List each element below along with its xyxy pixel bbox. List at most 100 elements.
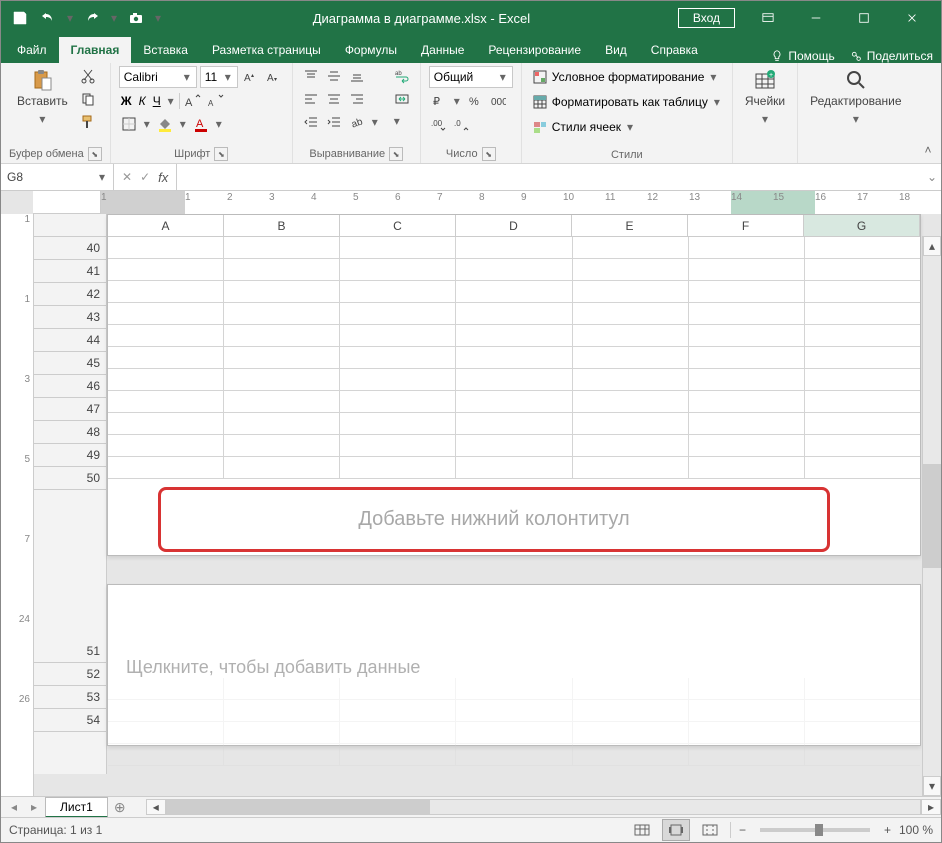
column-header[interactable]: ABCDEFG bbox=[108, 215, 920, 237]
col-A[interactable]: A bbox=[108, 215, 224, 237]
cell-G48[interactable] bbox=[805, 413, 920, 435]
cell-B46[interactable] bbox=[224, 369, 340, 391]
cell-F47[interactable] bbox=[689, 391, 805, 413]
cell-G42[interactable] bbox=[805, 281, 920, 303]
cell-D47[interactable] bbox=[456, 391, 572, 413]
redo-dropdown[interactable]: ▾ bbox=[109, 9, 119, 27]
cell-C50[interactable] bbox=[340, 457, 456, 479]
cell-B44[interactable] bbox=[224, 325, 340, 347]
cell-E41[interactable] bbox=[573, 259, 689, 281]
cell-C45[interactable] bbox=[340, 347, 456, 369]
cell-D46[interactable] bbox=[456, 369, 572, 391]
cell-E46[interactable] bbox=[573, 369, 689, 391]
align-top-icon[interactable] bbox=[301, 66, 321, 86]
orientation-icon[interactable]: ab bbox=[347, 112, 367, 132]
increase-font-icon[interactable]: A▴ bbox=[241, 67, 261, 87]
expand-formula-bar[interactable]: ⌄ bbox=[923, 170, 941, 184]
tell-me[interactable]: Помощь bbox=[770, 49, 834, 63]
cell-C41[interactable] bbox=[340, 259, 456, 281]
cell-C49[interactable] bbox=[340, 435, 456, 457]
clipboard-launcher[interactable]: ⬊ bbox=[88, 147, 102, 161]
view-page-break-icon[interactable] bbox=[696, 819, 724, 841]
maximize-button[interactable] bbox=[841, 1, 887, 35]
minimize-button[interactable] bbox=[793, 1, 839, 35]
font-grow-small-icon[interactable]: A bbox=[183, 91, 203, 111]
conditional-formatting-button[interactable]: Условное форматирование▾ bbox=[530, 66, 721, 88]
format-as-table-button[interactable]: Форматировать как таблицу▾ bbox=[530, 91, 724, 113]
underline-button[interactable]: Ч bbox=[151, 92, 163, 110]
cell-F41[interactable] bbox=[689, 259, 805, 281]
ruler-vertical[interactable]: 113572426 bbox=[1, 214, 34, 796]
cell-B40[interactable] bbox=[224, 237, 340, 259]
tab-nav-next[interactable]: ▸ bbox=[25, 798, 43, 816]
cell-B50[interactable] bbox=[224, 457, 340, 479]
comma-style-icon[interactable]: 000 bbox=[488, 91, 508, 111]
font-color-icon[interactable]: A bbox=[191, 114, 211, 134]
percent-icon[interactable]: % bbox=[465, 91, 485, 111]
cell-D50[interactable] bbox=[456, 457, 572, 479]
cell-C43[interactable] bbox=[340, 303, 456, 325]
align-bottom-icon[interactable] bbox=[347, 66, 367, 86]
borders-icon[interactable] bbox=[119, 114, 139, 134]
col-B[interactable]: B bbox=[224, 215, 340, 237]
alignment-launcher[interactable]: ⬊ bbox=[389, 147, 403, 161]
align-right-icon[interactable] bbox=[347, 89, 367, 109]
tab-file[interactable]: Файл bbox=[5, 37, 59, 63]
scroll-up-button[interactable]: ▴ bbox=[923, 236, 941, 256]
cell-E50[interactable] bbox=[573, 457, 689, 479]
collapse-ribbon-icon[interactable]: ˄ bbox=[919, 141, 937, 159]
cut-icon[interactable] bbox=[78, 66, 98, 86]
horizontal-scrollbar[interactable]: ◂ ▸ bbox=[146, 799, 941, 815]
cell-C44[interactable] bbox=[340, 325, 456, 347]
row-41[interactable]: 41 bbox=[34, 260, 106, 283]
cell-styles-button[interactable]: Стили ячеек▾ bbox=[530, 116, 637, 138]
row-49[interactable]: 49 bbox=[34, 444, 106, 467]
undo-icon[interactable] bbox=[37, 7, 59, 29]
row-45[interactable]: 45 bbox=[34, 352, 106, 375]
cell-G41[interactable] bbox=[805, 259, 920, 281]
col-F[interactable]: F bbox=[688, 215, 804, 237]
view-normal-icon[interactable] bbox=[628, 819, 656, 841]
bold-button[interactable]: Ж bbox=[119, 92, 134, 110]
cell-F40[interactable] bbox=[689, 237, 805, 259]
vertical-scrollbar[interactable]: ▴ ▾ bbox=[922, 236, 941, 796]
increase-decimal-icon[interactable]: .00 bbox=[429, 114, 449, 134]
row-51[interactable]: 51 bbox=[34, 640, 106, 663]
cell-D48[interactable] bbox=[456, 413, 572, 435]
tab-help[interactable]: Справка bbox=[639, 37, 710, 63]
cell-E44[interactable] bbox=[573, 325, 689, 347]
cell-A41[interactable] bbox=[108, 259, 224, 281]
merge-center-icon[interactable] bbox=[392, 89, 412, 109]
cell-E42[interactable] bbox=[573, 281, 689, 303]
footer-placeholder[interactable]: Добавьте нижний колонтитул bbox=[158, 487, 830, 552]
cell-G46[interactable] bbox=[805, 369, 920, 391]
tab-nav-prev[interactable]: ◂ bbox=[5, 798, 23, 816]
decrease-indent-icon[interactable] bbox=[301, 112, 321, 132]
zoom-slider[interactable] bbox=[760, 828, 870, 832]
zoom-in-button[interactable]: + bbox=[882, 821, 893, 839]
col-D[interactable]: D bbox=[456, 215, 572, 237]
cell-G49[interactable] bbox=[805, 435, 920, 457]
cell-F43[interactable] bbox=[689, 303, 805, 325]
row-50[interactable]: 50 bbox=[34, 467, 106, 490]
cell-A46[interactable] bbox=[108, 369, 224, 391]
cell-C40[interactable] bbox=[340, 237, 456, 259]
cell-B45[interactable] bbox=[224, 347, 340, 369]
wrap-text-icon[interactable]: ab bbox=[392, 66, 412, 86]
italic-button[interactable]: К bbox=[137, 92, 148, 110]
align-center-icon[interactable] bbox=[324, 89, 344, 109]
cell-A42[interactable] bbox=[108, 281, 224, 303]
cell-E47[interactable] bbox=[573, 391, 689, 413]
view-page-layout-icon[interactable] bbox=[662, 819, 690, 841]
decrease-font-icon[interactable]: A▾ bbox=[264, 67, 284, 87]
row-44[interactable]: 44 bbox=[34, 329, 106, 352]
cell-F50[interactable] bbox=[689, 457, 805, 479]
col-E[interactable]: E bbox=[572, 215, 688, 237]
ribbon-display-options[interactable] bbox=[745, 1, 791, 35]
row-48[interactable]: 48 bbox=[34, 421, 106, 444]
login-button[interactable]: Вход bbox=[678, 8, 735, 28]
ruler-horizontal[interactable]: 1123456789101112131415161718 bbox=[33, 191, 941, 214]
cell-A44[interactable] bbox=[108, 325, 224, 347]
cell-A48[interactable] bbox=[108, 413, 224, 435]
cell-D43[interactable] bbox=[456, 303, 572, 325]
